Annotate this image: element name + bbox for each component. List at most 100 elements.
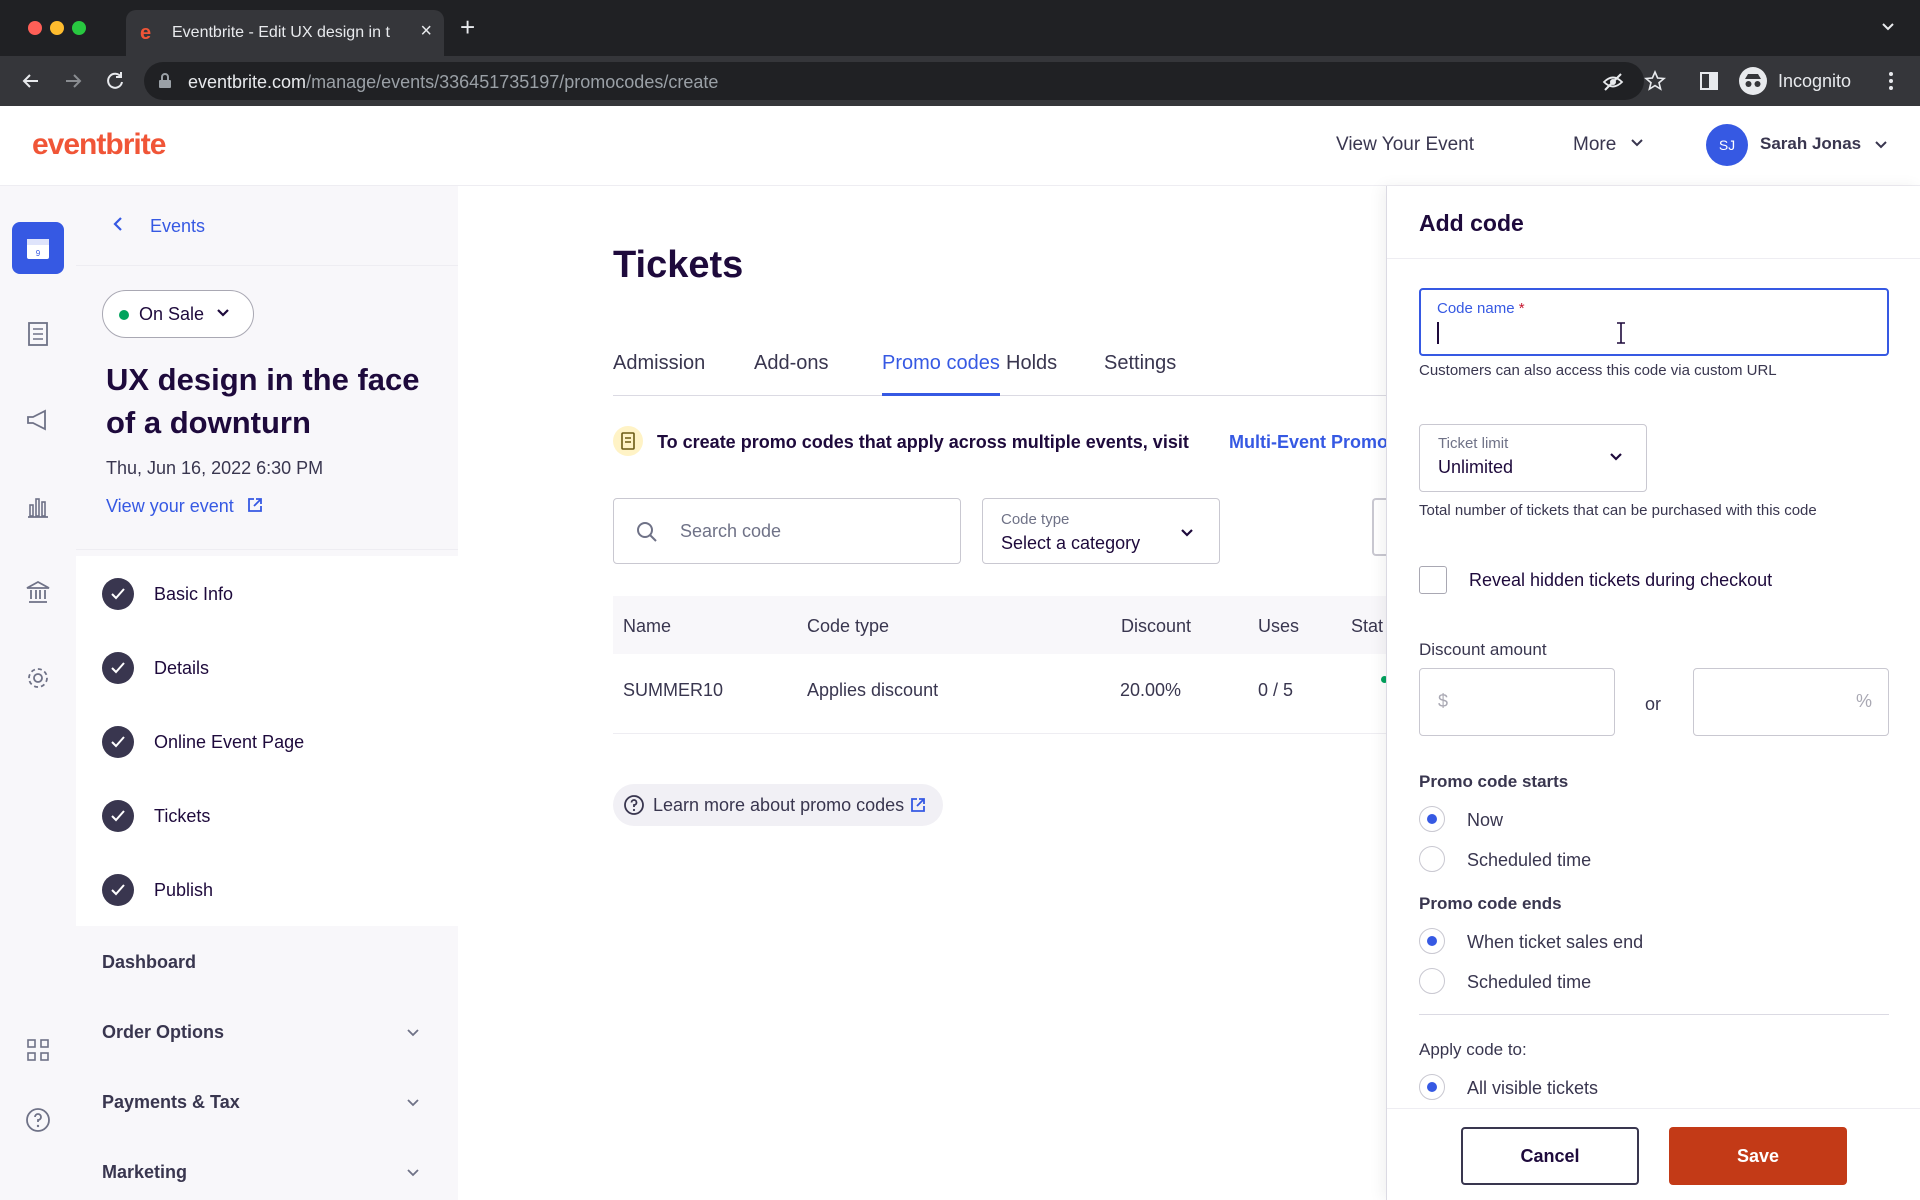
table-row[interactable]: SUMMER10 Applies discount 20.00% 0 / 5 A…: [613, 654, 1414, 734]
setup-steps: Basic Info Details Online Event Page Tic…: [76, 556, 458, 926]
column-header: Discount: [1121, 616, 1192, 636]
drawer-footer: Cancel Save: [1387, 1108, 1920, 1200]
settings-gear-icon[interactable]: [12, 652, 64, 704]
ends-ticket-sales-label: When ticket sales end: [1467, 932, 1644, 952]
megaphone-icon[interactable]: [12, 394, 64, 446]
learn-more-link[interactable]: Learn more about promo codes: [613, 784, 943, 826]
search-code-input[interactable]: Search code: [613, 498, 961, 564]
chevron-down-icon: [1608, 449, 1624, 470]
step-publish[interactable]: Publish: [76, 852, 458, 926]
step-label: Online Event Page: [154, 732, 305, 752]
help-question-icon[interactable]: [12, 1094, 64, 1146]
or-label: or: [1645, 694, 1662, 714]
tab-title: Eventbrite - Edit UX design in t: [172, 24, 390, 41]
status-label: On Sale: [139, 304, 205, 324]
nav-payments-tax[interactable]: Payments & Tax: [102, 1092, 240, 1113]
promo-code-name: SUMMER10: [623, 680, 724, 700]
code-type-select[interactable]: Code type Select a category: [982, 498, 1220, 564]
incognito-indicator[interactable]: Incognito: [1738, 64, 1878, 98]
starts-now-radio[interactable]: [1419, 806, 1445, 832]
promo-starts-heading: Promo code starts: [1419, 772, 1569, 791]
reload-icon[interactable]: [102, 68, 128, 94]
ends-ticket-sales-radio[interactable]: [1419, 928, 1445, 954]
nav-order-options[interactable]: Order Options: [102, 1022, 224, 1043]
discount-dollar-input[interactable]: $: [1419, 668, 1615, 736]
table-header: Name Code type Discount Uses Stat: [613, 596, 1403, 654]
ends-scheduled-radio[interactable]: [1419, 968, 1445, 994]
view-your-event-link[interactable]: View your event: [106, 496, 234, 517]
back-arrow-icon[interactable]: [18, 68, 44, 94]
chevron-down-icon[interactable]: [406, 1096, 420, 1110]
events-calendar-icon[interactable]: 9: [12, 222, 64, 274]
cancel-button[interactable]: Cancel: [1461, 1127, 1639, 1185]
code-name-input[interactable]: Code name *: [1419, 288, 1889, 356]
tab-close-icon[interactable]: ×: [420, 20, 432, 43]
tab-admission[interactable]: Admission: [613, 346, 705, 396]
user-menu-chevron-icon[interactable]: [1874, 138, 1888, 157]
step-online-event-page[interactable]: Online Event Page: [76, 704, 458, 778]
starts-scheduled-radio[interactable]: [1419, 846, 1445, 872]
chevron-down-icon[interactable]: [406, 1026, 420, 1040]
icon-rail: 9: [0, 186, 76, 1200]
starts-now-label: Now: [1467, 810, 1504, 830]
check-icon: [102, 652, 134, 684]
tab-add-ons[interactable]: Add-ons: [754, 346, 829, 396]
apply-all-visible-radio[interactable]: [1419, 1074, 1445, 1100]
eye-off-icon[interactable]: [1602, 71, 1624, 93]
forward-arrow-icon[interactable]: [60, 68, 86, 94]
orders-list-icon[interactable]: [12, 308, 64, 360]
event-status-dropdown[interactable]: On Sale: [102, 290, 254, 338]
step-basic-info[interactable]: Basic Info: [76, 556, 458, 630]
check-icon: [102, 874, 134, 906]
side-panel-icon[interactable]: [1698, 70, 1720, 92]
new-tab-icon[interactable]: +: [460, 14, 475, 40]
tab-search-icon[interactable]: [1880, 18, 1896, 39]
main-content: Tickets Admission Add-ons Promo codes Ho…: [458, 186, 1448, 1200]
discount-percent-input[interactable]: %: [1693, 668, 1889, 736]
eventbrite-favicon-icon: e: [140, 22, 152, 44]
address-bar[interactable]: eventbrite.com/manage/events/33645173519…: [144, 62, 1644, 100]
browser-menu-icon[interactable]: [1880, 70, 1902, 92]
chevron-down-icon: [215, 305, 231, 326]
code-name-label: Code name *: [1437, 300, 1525, 317]
save-button[interactable]: Save: [1669, 1127, 1847, 1185]
maximize-window-button[interactable]: [72, 21, 86, 35]
url-text: eventbrite.com/manage/events/33645173519…: [188, 72, 719, 92]
eventbrite-logo[interactable]: eventbrite: [32, 128, 166, 162]
text-cursor-icon: [1615, 322, 1627, 344]
nav-marketing[interactable]: Marketing: [102, 1162, 187, 1183]
browser-tab[interactable]: e Eventbrite - Edit UX design in t ×: [126, 10, 444, 56]
app-header: eventbrite View Your Event More SJ Sarah…: [0, 106, 1920, 186]
check-icon: [102, 800, 134, 832]
event-title: UX design in the face of a downturn: [106, 362, 420, 440]
minimize-window-button[interactable]: [50, 21, 64, 35]
nav-dashboard[interactable]: Dashboard: [102, 952, 196, 973]
close-window-button[interactable]: [28, 21, 42, 35]
more-menu[interactable]: More: [1573, 134, 1644, 156]
avatar[interactable]: SJ: [1706, 124, 1748, 166]
tab-promo-codes[interactable]: Promo codes: [882, 346, 1000, 396]
tab-settings[interactable]: Settings: [1104, 346, 1176, 396]
column-header: Name: [623, 616, 672, 636]
step-label: Basic Info: [154, 584, 234, 604]
reports-chart-icon[interactable]: [12, 480, 64, 532]
finance-bank-icon[interactable]: [12, 566, 64, 618]
chevron-down-icon: [1179, 525, 1195, 546]
ticket-limit-value: Unlimited: [1438, 457, 1514, 477]
step-label: Details: [154, 658, 210, 678]
tab-holds[interactable]: Holds: [1006, 346, 1057, 396]
apply-all-visible-label: All visible tickets: [1467, 1078, 1599, 1098]
user-name[interactable]: Sarah Jonas: [1760, 134, 1861, 154]
ticket-limit-select[interactable]: Ticket limit Unlimited: [1419, 424, 1647, 492]
bookmark-star-icon[interactable]: [1643, 69, 1667, 92]
search-placeholder: Search code: [680, 521, 782, 541]
apps-grid-icon[interactable]: [12, 1024, 64, 1076]
chevron-down-icon[interactable]: [406, 1166, 420, 1180]
chevron-left-icon: [112, 216, 124, 237]
back-to-events[interactable]: Events: [76, 186, 458, 266]
step-tickets[interactable]: Tickets: [76, 778, 458, 852]
reveal-hidden-checkbox[interactable]: [1419, 566, 1447, 594]
page-title: Tickets: [613, 244, 744, 286]
view-your-event-link[interactable]: View Your Event: [1336, 134, 1474, 156]
step-details[interactable]: Details: [76, 630, 458, 704]
